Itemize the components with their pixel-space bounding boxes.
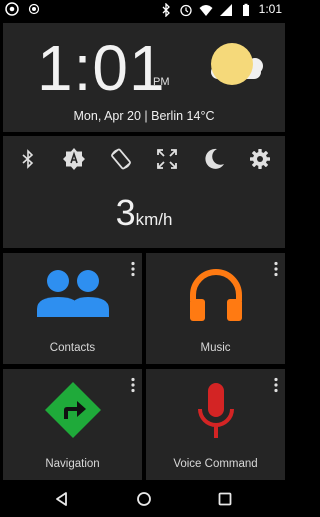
contacts-label: Contacts <box>49 342 96 354</box>
speed-unit: km/h <box>135 210 173 229</box>
home-icon <box>137 492 151 506</box>
bluetooth-icon <box>162 2 170 17</box>
system-nav-bar <box>0 482 288 517</box>
rotation-toggle[interactable] <box>104 142 138 176</box>
home-button[interactable] <box>131 488 157 510</box>
alarm-icon <box>179 4 192 16</box>
auto-brightness-icon <box>63 148 86 170</box>
quick-toggles-panel: 3km/h <box>3 136 285 248</box>
chrome-icon <box>5 2 19 16</box>
bluetooth-icon <box>22 149 34 169</box>
date-weather-line: Mon, Apr 20 | Berlin 14°C <box>73 109 215 123</box>
sun-cloud-icon <box>211 43 263 85</box>
status-time: 1:01 <box>258 2 282 16</box>
music-label: Music <box>200 342 231 354</box>
navigation-icon <box>44 382 101 438</box>
status-bar: 1:01 <box>0 0 288 19</box>
signal-icon <box>219 3 232 16</box>
clock-time: 1:01 <box>37 32 166 104</box>
wifi-icon <box>199 4 213 16</box>
overflow-menu-icon[interactable] <box>273 261 279 277</box>
navigation-label: Navigation <box>45 458 100 470</box>
settings-toggle[interactable] <box>243 142 277 176</box>
location-icon <box>28 3 40 15</box>
overflow-menu-icon[interactable] <box>273 377 279 393</box>
moon-icon <box>204 148 224 169</box>
contacts-icon <box>36 270 109 317</box>
back-button[interactable] <box>48 488 74 510</box>
speedometer: 3km/h <box>3 192 285 234</box>
back-icon <box>56 492 67 506</box>
brightness-toggle[interactable] <box>57 142 91 176</box>
recents-icon <box>218 492 232 506</box>
voice-command-tile[interactable]: Voice Command <box>146 369 285 480</box>
speed-value: 3 <box>115 192 136 233</box>
overflow-menu-icon[interactable] <box>130 261 136 277</box>
music-tile[interactable]: Music <box>146 253 285 364</box>
fullscreen-icon <box>157 149 178 169</box>
contacts-tile[interactable]: Contacts <box>3 253 142 364</box>
microphone-icon <box>197 383 234 438</box>
gear-icon <box>249 149 270 169</box>
voice-command-label: Voice Command <box>173 458 258 470</box>
clock-ampm: PM <box>153 76 170 88</box>
navigation-tile[interactable]: Navigation <box>3 369 142 480</box>
screen-rotation-icon <box>110 148 131 170</box>
headphones-icon <box>189 269 242 321</box>
battery-icon <box>242 3 249 16</box>
overflow-menu-icon[interactable] <box>130 377 136 393</box>
clock-panel[interactable]: 1:01 PM Mon, Apr 20 | Berlin 14°C <box>3 23 285 132</box>
recents-button[interactable] <box>212 488 238 510</box>
fullscreen-toggle[interactable] <box>150 142 184 176</box>
bluetooth-toggle[interactable] <box>11 142 45 176</box>
night-mode-toggle[interactable] <box>197 142 231 176</box>
